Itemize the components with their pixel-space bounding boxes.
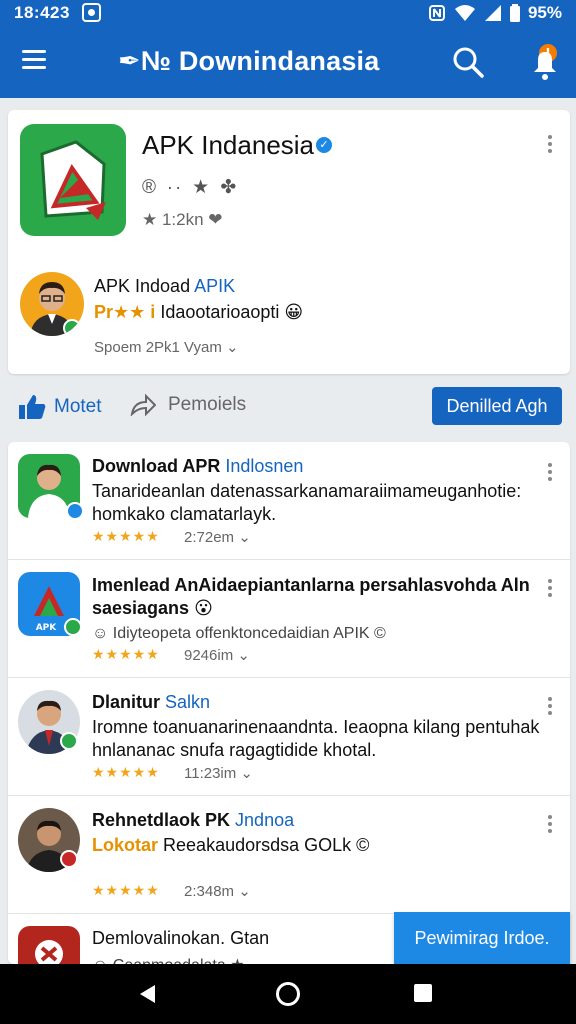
list-item-name-text: Dlanitur (92, 692, 161, 712)
list-item-desc-text: Tanarideanlan datenassarkanamaraiimameug… (92, 481, 522, 524)
action-row: Motet Pemoiels Denilled Agh (0, 384, 576, 432)
thumbs-up-icon (19, 395, 46, 419)
list-item[interactable]: APK Imenlead AnAidaepiantanlarna persahl… (8, 560, 570, 678)
star-rating: ★★★★★ (92, 646, 160, 662)
app-stats: ★ 1:2kn ❤ (142, 210, 223, 229)
list-item[interactable]: Dlanitur Salkn Iromne toanuanarinenaandn… (8, 678, 570, 796)
app-icon[interactable] (20, 124, 126, 236)
verified-icon: ✓ (316, 137, 333, 153)
star-rating: ★★★★★ (92, 764, 160, 780)
author-desc-highlight: Pr★★ i (94, 302, 156, 322)
app-bar: ✒№ Downindanasia ! (0, 26, 576, 98)
recent-apps-icon[interactable] (414, 984, 432, 1002)
share-label: Pemoiels (168, 394, 247, 415)
like-label: Motet (54, 396, 102, 417)
list-item-name-highlight: Jndnoa (235, 810, 295, 830)
download-button[interactable]: Denilled Agh (432, 387, 562, 425)
list-item-name-highlight: Indlosnen (225, 456, 304, 476)
status-icons: 95% (428, 3, 562, 23)
app-header-card: APK Indanesia ✓ ® ∙∙ ★ ✤ ★ 1:2kn ❤ APK In… (8, 110, 570, 374)
app-bar-title: ✒№ Downindanasia (118, 46, 380, 76)
app-name: APK Indanesia ✓ (142, 130, 333, 161)
list-item-meta: 2:348m ⌄ (184, 883, 251, 900)
list-item-name: Demlovalinokan. Gtan (92, 928, 270, 948)
author-name: APK Indoad APIK (94, 276, 235, 297)
verified-badge-icon (66, 502, 84, 520)
list-item-name: Imenlead AnAidaepiantanlarna persahlasvo… (92, 574, 532, 620)
like-button[interactable]: Motet (18, 394, 102, 420)
battery-icon (509, 4, 520, 22)
list-item-desc-highlight: Lokotar (92, 835, 159, 855)
verified-badge-icon (60, 732, 78, 750)
author-avatar[interactable] (20, 272, 84, 336)
list-item-description: Iromne toanuanarinenaandnta. Ieaopna kil… (92, 716, 542, 762)
wifi-icon (454, 5, 475, 21)
app-meta-icons: ® ∙∙ ★ ✤ (142, 177, 240, 198)
star-rating: ★★★★★ (92, 528, 160, 544)
more-options-icon[interactable] (540, 576, 560, 602)
list-item-meta: 9246im ⌄ (184, 647, 250, 664)
back-icon[interactable] (138, 984, 158, 1004)
app-logo-icon (40, 140, 106, 220)
list-item-name-text: Download APR (92, 456, 221, 476)
person-avatar-icon (30, 282, 81, 336)
list-item-desc-text: Iromne toanuanarinenaandnta. Ieaopna kil… (92, 717, 540, 760)
list-item-description: ☺ Idiyteopeta offenktoncedaidian APIK © (92, 625, 386, 642)
share-button[interactable]: Pemoiels (130, 394, 246, 416)
list-item-name: Download APR Indlosnen (92, 456, 303, 477)
list-item-avatar (18, 926, 80, 964)
signal-icon (484, 5, 501, 21)
home-icon[interactable] (276, 982, 300, 1006)
more-options-icon[interactable] (540, 460, 560, 486)
notification-icon (82, 3, 101, 22)
author-description: Pr★★ i Idaootarioaopti 😀 (94, 302, 303, 323)
app-logo-icon (35, 940, 63, 964)
list-item-desc-text: Reeakaudorsdsa GOLk © (163, 835, 370, 855)
list-item[interactable]: Download APR Indlosnen Tanarideanlan dat… (8, 442, 570, 560)
star-rating: ★★★★★ (92, 882, 160, 898)
more-options-icon[interactable] (540, 132, 560, 158)
app-name-text: APK Indanesia (142, 130, 315, 160)
author-desc-text: Idaootarioaopti 😀 (160, 302, 304, 322)
nfc-icon (428, 5, 445, 21)
list-item-description: Lokotar Reeakaudorsdsa GOLk © (92, 834, 542, 857)
author-footer: Spoem 2Pk1 Vyam ⌄ (94, 339, 239, 356)
more-options-icon[interactable] (540, 694, 560, 720)
battery-percent: 95% (527, 3, 562, 22)
system-nav-bar (0, 964, 576, 1024)
more-options-icon[interactable] (540, 812, 560, 838)
svg-text:APK: APK (36, 623, 58, 633)
verified-badge-icon (64, 618, 82, 636)
list-item-name: Dlanitur Salkn (92, 692, 210, 713)
install-floating-button[interactable]: Pewimirag Irdoe. (394, 912, 570, 964)
list-item-name-highlight: Salkn (165, 692, 211, 712)
list-item-meta: 2:72em ⌄ (184, 529, 251, 546)
status-time: 18:423 (14, 3, 70, 22)
app-list-card: Download APR Indlosnen Tanarideanlan dat… (8, 442, 570, 964)
author-name-text: APK Indoad (94, 276, 191, 296)
list-item-description: Tanarideanlan datenassarkanamaraiimameug… (92, 480, 542, 526)
status-badge-icon (60, 850, 78, 868)
list-item-name: Rehnetdlaok PK Jndnoa (92, 810, 294, 831)
notification-bell-icon[interactable]: ! (528, 42, 562, 82)
list-item-name-text: Imenlead AnAidaepiantanlarna persahlasvo… (92, 575, 530, 618)
list-item[interactable]: Rehnetdlaok PK Jndnoa Lokotar Reeakaudor… (8, 796, 570, 914)
share-arrow-icon (130, 394, 156, 416)
status-bar: 18:423 95% (0, 0, 576, 26)
list-item-meta: 11:23im ⌄ (184, 765, 253, 782)
author-name-highlight[interactable]: APIK (194, 276, 235, 296)
search-icon[interactable] (452, 46, 484, 78)
list-item-name-text: Rehnetdlaok PK (92, 810, 231, 830)
menu-icon[interactable] (22, 50, 46, 70)
